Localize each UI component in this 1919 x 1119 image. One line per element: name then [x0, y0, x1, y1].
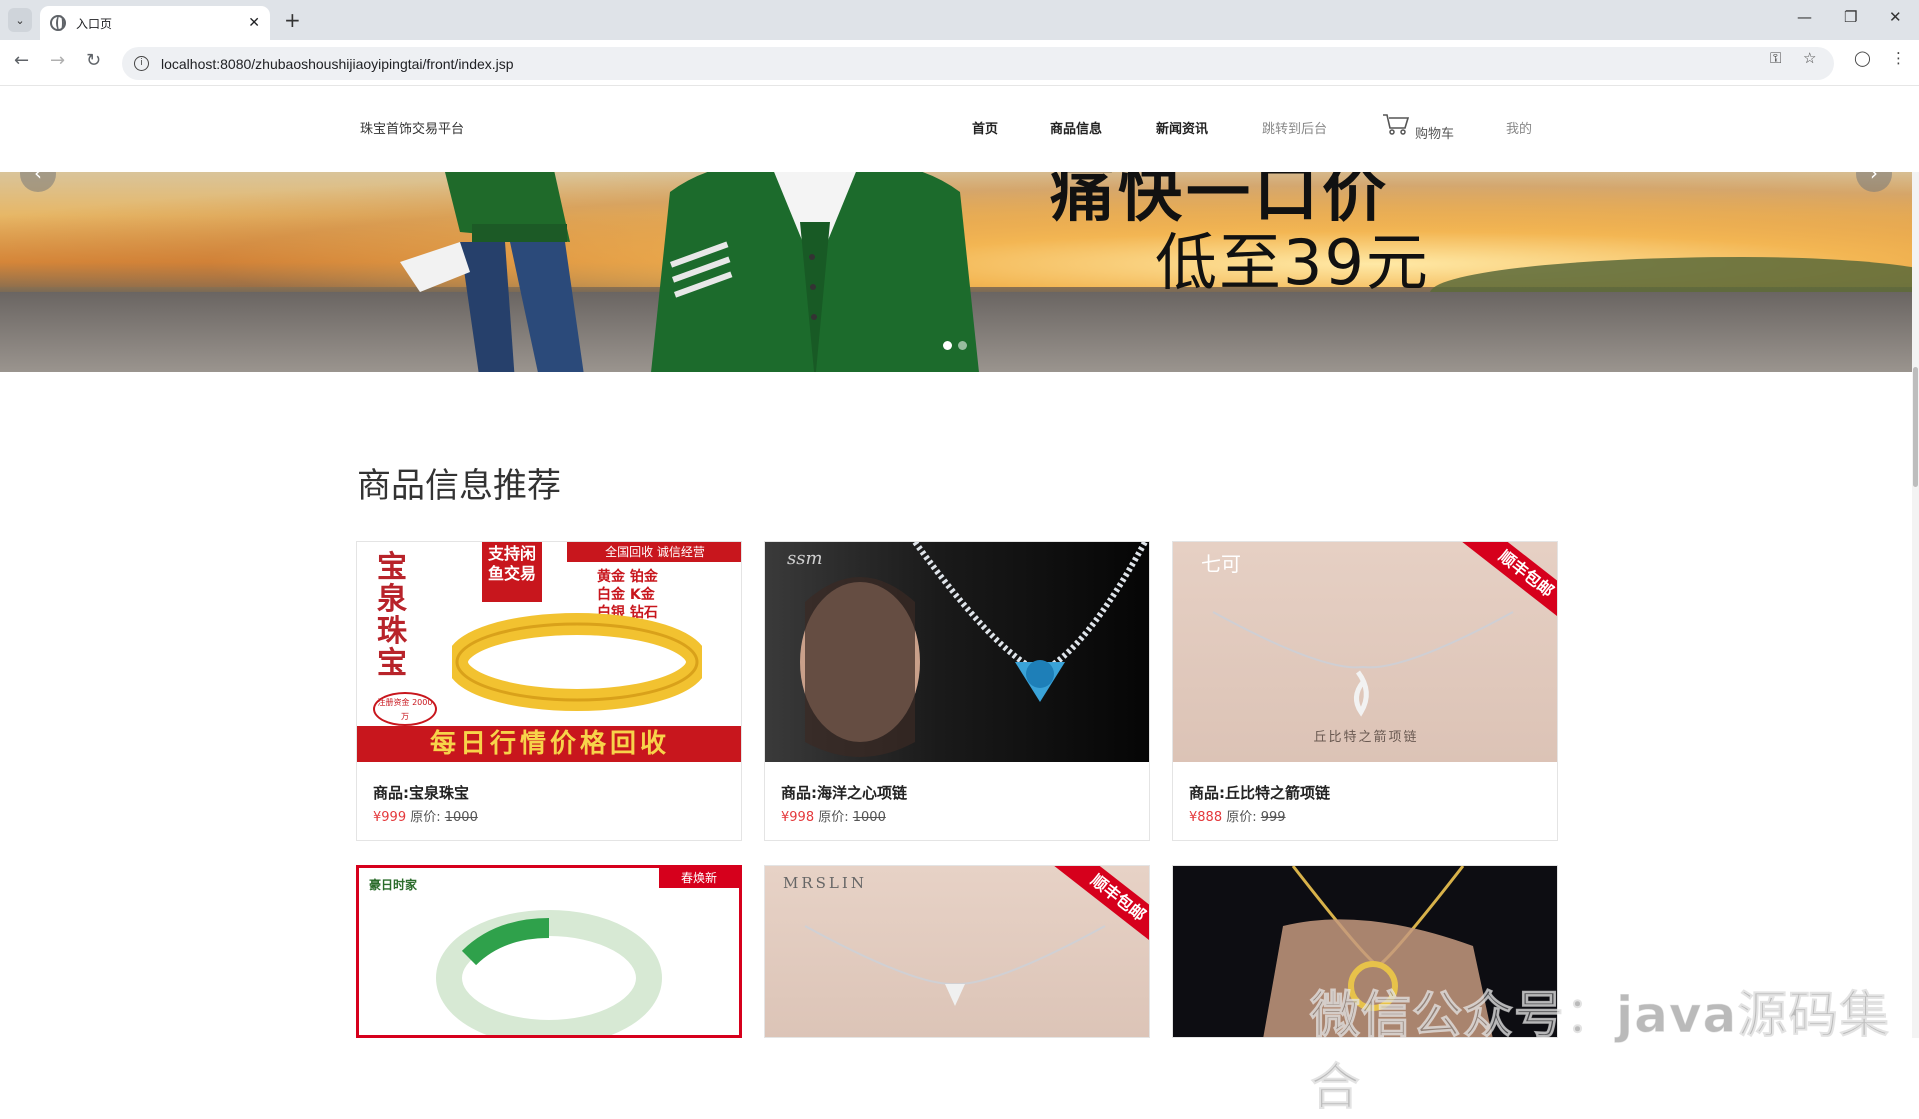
nav-home[interactable]: 首页 — [972, 118, 998, 137]
jade-bangle-graphic — [436, 910, 662, 1035]
bottom-slogan: 每日行情价格回收 — [357, 726, 741, 762]
nav-news[interactable]: 新闻资讯 — [1156, 118, 1208, 137]
product-image[interactable]: MRSLIN 顺丰包邮 — [765, 866, 1149, 1037]
nav-products[interactable]: 商品信息 — [1050, 118, 1102, 137]
site-brand[interactable]: 珠宝首饰交易平台 — [360, 118, 464, 137]
original-price-label: 原价: — [410, 810, 441, 825]
product-card[interactable]: 宝泉珠宝 支持闲鱼交易 全国回收 诚信经营 黄金 铂金 白金 K金 白银 钻石 … — [356, 541, 742, 841]
necklace-graphic — [804, 925, 1106, 1006]
browser-tab[interactable]: 入口页 ✕ — [40, 6, 270, 40]
promo-tag: 春焕新 — [659, 868, 739, 888]
product-card[interactable]: 豪日时家 春焕新 — [356, 865, 742, 1038]
product-image[interactable]: 宝泉珠宝 支持闲鱼交易 全国回收 诚信经营 黄金 铂金 白金 K金 白银 钻石 … — [357, 542, 741, 762]
bookmark-star-icon[interactable]: ☆ — [1803, 49, 1816, 67]
product-name[interactable]: 商品:丘比特之箭项链 — [1189, 782, 1330, 803]
site-header: 珠宝首饰交易平台 首页 商品信息 新闻资讯 跳转到后台 购物车 我的 — [0, 87, 1919, 172]
cart-icon[interactable] — [1382, 112, 1410, 136]
original-price-label: 原价: — [1226, 810, 1257, 825]
nav-admin[interactable]: 跳转到后台 — [1262, 118, 1327, 137]
watermark-text: 微信公众号：java源码集合 — [1310, 986, 1891, 1117]
current-price: ¥998 — [781, 810, 815, 825]
promo-banner: 全国回收 诚信经营 — [567, 542, 741, 562]
carousel-dot[interactable] — [958, 341, 967, 350]
close-window-icon[interactable]: ✕ — [1889, 8, 1902, 26]
globe-icon — [50, 15, 66, 31]
url-text: localhost:8080/zhubaoshoushijiaoyipingta… — [161, 55, 514, 72]
scrollbar-thumb[interactable] — [1913, 367, 1918, 487]
site-info-icon[interactable]: i — [134, 56, 149, 71]
tab-search-icon[interactable]: ⌄ — [8, 8, 32, 32]
carousel-dot[interactable] — [943, 341, 952, 350]
brand-logo: 豪日时家 — [369, 878, 418, 892]
image-caption: 丘比特之箭项链 — [1313, 730, 1419, 745]
product-price: ¥998 原价: 1000 — [781, 806, 886, 825]
back-icon[interactable]: ← — [14, 50, 29, 71]
brand-side-text: 宝泉珠宝 — [377, 550, 407, 681]
banner-model-left — [400, 172, 584, 372]
product-name[interactable]: 商品:海洋之心项链 — [781, 782, 907, 803]
nav-mine[interactable]: 我的 — [1506, 118, 1532, 137]
menu-kebab-icon[interactable]: ⋮ — [1891, 49, 1906, 67]
profile-icon[interactable]: ◯ — [1854, 49, 1871, 67]
browser-tab-bar: ⌄ 入口页 ✕ + — ❐ ✕ — [0, 0, 1919, 40]
original-price: 999 — [1260, 810, 1286, 825]
new-tab-icon[interactable]: + — [284, 8, 301, 32]
minimize-icon[interactable]: — — [1797, 8, 1812, 26]
banner-model-right — [651, 172, 979, 372]
metal-item: 白金 K金 — [597, 587, 655, 603]
reload-icon[interactable]: ↻ — [86, 50, 101, 71]
hero-carousel[interactable]: 痛快一口价 低至39元 ‹ › — [0, 172, 1912, 372]
close-tab-icon[interactable]: ✕ — [248, 15, 260, 31]
nav-cart[interactable]: 购物车 — [1415, 123, 1454, 142]
product-image[interactable]: 七可 顺丰包邮 丘比特之箭项链 — [1173, 542, 1557, 762]
password-key-icon[interactable]: ⚿ — [1770, 49, 1781, 67]
product-card[interactable]: ssm 商品:海洋之心项链 ¥998 原价: 1000 — [764, 541, 1150, 841]
product-card[interactable]: 七可 顺丰包邮 丘比特之箭项链 商品:丘比特之箭项链 ¥888 原价: 999 — [1172, 541, 1558, 841]
forward-icon[interactable]: → — [50, 50, 65, 71]
banner-subline: 低至39元 — [1155, 226, 1430, 299]
metal-item: 黄金 铂金 — [597, 569, 658, 585]
product-card[interactable]: MRSLIN 顺丰包邮 — [764, 865, 1150, 1038]
product-image[interactable]: ssm — [765, 542, 1149, 762]
product-price: ¥999 原价: 1000 — [373, 806, 478, 825]
restore-icon[interactable]: ❐ — [1844, 8, 1857, 26]
product-name[interactable]: 商品:宝泉珠宝 — [373, 782, 469, 803]
necklace-model-graphic — [800, 542, 1148, 757]
original-price: 1000 — [444, 810, 478, 825]
original-price-label: 原价: — [818, 810, 849, 825]
gold-bangle-graphic — [452, 613, 702, 711]
original-price: 1000 — [852, 810, 886, 825]
capital-badge: 注册资金 2000万 — [373, 692, 437, 726]
current-price: ¥888 — [1189, 810, 1223, 825]
current-price: ¥999 — [373, 810, 407, 825]
carousel-indicators — [943, 341, 967, 350]
section-title: 商品信息推荐 — [357, 466, 561, 506]
promo-badge: 支持闲鱼交易 — [482, 542, 542, 602]
tab-title: 入口页 — [76, 16, 113, 31]
product-image[interactable]: 豪日时家 春焕新 — [359, 868, 739, 1035]
address-bar: ← → ↻ i localhost:8080/zhubaoshoushijiao… — [0, 40, 1919, 86]
url-field[interactable]: i localhost:8080/zhubaoshoushijiaoyiping… — [122, 47, 1834, 80]
page-scrollbar[interactable] — [1912, 172, 1919, 1038]
product-price: ¥888 原价: 999 — [1189, 806, 1286, 825]
